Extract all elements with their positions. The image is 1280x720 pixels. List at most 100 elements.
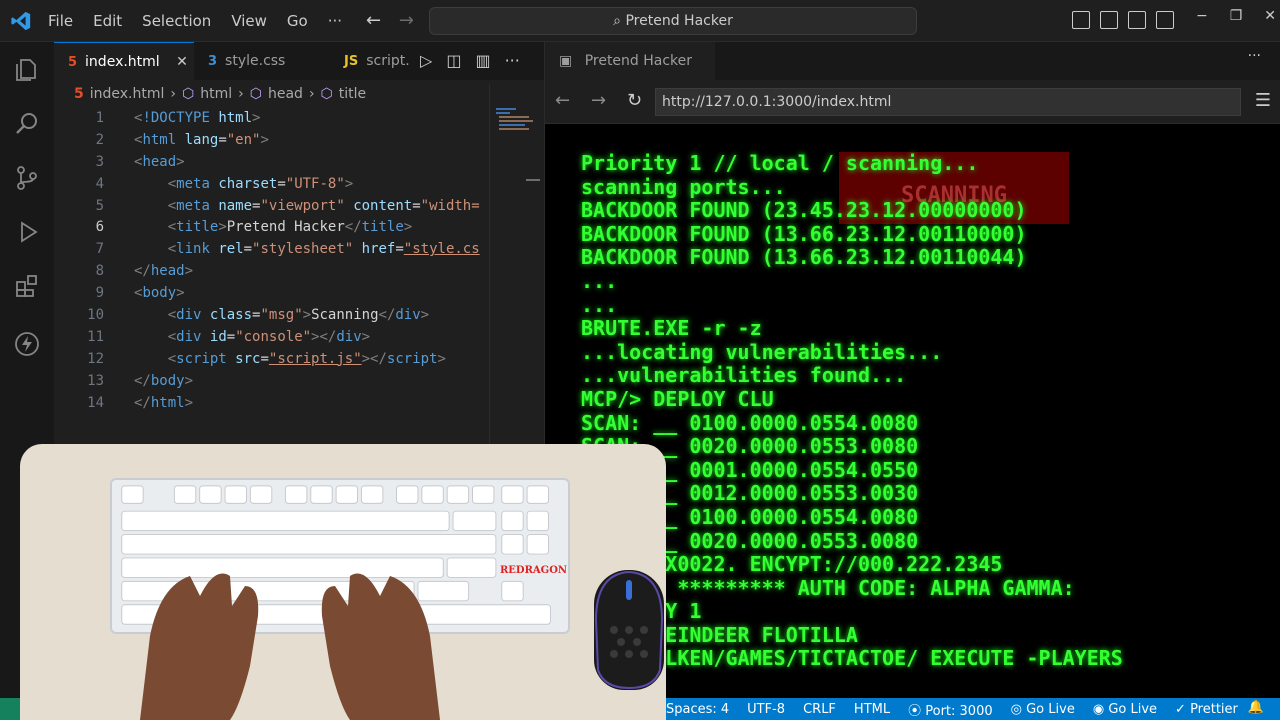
menu-edit[interactable]: Edit: [93, 12, 122, 30]
split-editor-icon[interactable]: ▥: [475, 51, 490, 70]
line-number: 13: [87, 372, 104, 389]
tab-pretend-hacker[interactable]: ▣ Pretend Hacker ✕: [545, 42, 715, 107]
code-line: 3 <head>: [54, 152, 494, 174]
source-control-icon[interactable]: [13, 164, 41, 192]
editor-tabs: 5 index.html ✕ 3 style.css JS script. ▷ ◫ ▥…: [54, 42, 544, 80]
console-line: ...vulnerabilities found...: [581, 363, 907, 388]
line-number: 8: [95, 263, 104, 280]
console-line: BACKDOOR FOUND (13.66.23.12.00110044): [581, 245, 1027, 270]
toggle-panel-icon[interactable]: [1100, 11, 1118, 29]
customize-layout-icon[interactable]: [1156, 11, 1174, 29]
console-line: Priority 1 // local / scanning...: [581, 151, 979, 175]
broadcast-icon: ⦿: [908, 703, 926, 719]
url-bar: ← → ↻ http://127.0.0.1:3000/index.html ☰: [545, 80, 1280, 124]
breadcrumb-item[interactable]: index.html: [90, 86, 165, 102]
code-line: 13 </body>: [54, 371, 494, 393]
line-number: 12: [87, 350, 104, 367]
search-icon: ⌕: [613, 13, 622, 29]
minimize-icon[interactable]: −: [1196, 8, 1208, 24]
breadcrumb-item[interactable]: html: [200, 86, 232, 102]
code-line: 7 <link rel="stylesheet" href="style.cs: [54, 239, 494, 261]
chevron-right-icon: ›: [238, 86, 244, 102]
tab-label: Pretend Hacker: [584, 53, 693, 69]
css-file-icon: 3: [208, 54, 218, 69]
more-actions-icon[interactable]: ···: [505, 51, 520, 70]
go-live-status[interactable]: ◎ Go Live: [1011, 702, 1075, 717]
lightning-icon[interactable]: [13, 330, 41, 358]
bell-icon[interactable]: 🔔: [1248, 700, 1264, 715]
minimap-preview: [496, 108, 533, 130]
open-preview-icon[interactable]: ◫: [446, 51, 461, 70]
encoding-status[interactable]: UTF-8: [747, 702, 785, 717]
code-editor[interactable]: 1 <!DOCTYPE html> 2 <html lang="en"> 3 <hea…: [54, 108, 494, 414]
check-icon: ✓: [1175, 701, 1191, 717]
back-arrow-icon[interactable]: ←: [366, 10, 381, 31]
tab-script-js[interactable]: JS script.: [334, 42, 414, 80]
search-icon[interactable]: [13, 110, 41, 138]
console-line: BACKDOOR FOUND (23.45.23.12.00000000): [581, 198, 1027, 223]
tab-label: script.: [366, 53, 410, 69]
language-status[interactable]: HTML: [854, 702, 890, 717]
reload-icon[interactable]: ↻: [627, 90, 642, 111]
forward-icon[interactable]: →: [591, 90, 606, 111]
line-number: 2: [95, 131, 104, 148]
extensions-icon[interactable]: [13, 272, 41, 300]
menu-selection[interactable]: Selection: [142, 12, 211, 30]
close-icon[interactable]: ✕: [176, 54, 188, 70]
js-file-icon: JS: [344, 54, 359, 69]
line-number: 6: [95, 219, 104, 236]
command-center-search[interactable]: ⌕ Pretend Hacker: [429, 7, 917, 35]
menu-go[interactable]: Go: [287, 12, 308, 30]
tab-style-css[interactable]: 3 style.css: [194, 42, 334, 80]
scrollbar[interactable]: [526, 179, 540, 181]
console-line: scanning ports...: [581, 174, 786, 199]
title-bar: File Edit Selection View Go ··· ← → ⌕ Pr…: [0, 0, 1280, 42]
menu-more[interactable]: ···: [328, 12, 342, 30]
restore-icon[interactable]: ❐: [1230, 8, 1243, 24]
remote-icon[interactable]: [0, 698, 22, 720]
tab-index-html[interactable]: 5 index.html ✕: [54, 42, 194, 80]
url-input[interactable]: http://127.0.0.1:3000/index.html: [655, 88, 1241, 116]
code-line: 2 <html lang="en">: [54, 130, 494, 152]
run-icon[interactable]: ▷: [420, 51, 432, 70]
nav-arrows: ← →: [366, 10, 426, 31]
explorer-icon[interactable]: [13, 56, 41, 84]
menu-view[interactable]: View: [231, 12, 267, 30]
symbol-icon: ⬡: [249, 86, 262, 102]
gaming-mouse-illustration: [594, 570, 664, 690]
symbol-icon: ⬡: [320, 86, 333, 102]
code-line: 11 <div id="console"></div>: [54, 327, 494, 349]
line-number: 4: [95, 175, 104, 192]
line-number: 7: [95, 241, 104, 258]
back-icon[interactable]: ←: [555, 90, 570, 111]
prettier-status[interactable]: ✓ Prettier: [1175, 702, 1238, 717]
line-number: 14: [87, 394, 104, 411]
more-actions-icon[interactable]: ···: [1248, 48, 1261, 64]
indent-status[interactable]: Spaces: 4: [666, 702, 729, 717]
code-line: 9 <body>: [54, 283, 494, 305]
breadcrumb: 5 index.html › ⬡ html › ⬡ head › ⬡ title: [74, 86, 366, 102]
menu-file[interactable]: File: [48, 12, 73, 30]
eol-status[interactable]: CRLF: [803, 702, 836, 717]
code-line: 14 </html>: [54, 393, 494, 415]
code-line: 1 <!DOCTYPE html>: [54, 108, 494, 130]
go-live-status-2[interactable]: ◉ Go Live: [1093, 702, 1157, 717]
breadcrumb-item[interactable]: title: [339, 86, 366, 102]
toggle-secondary-sidebar-icon[interactable]: [1128, 11, 1146, 29]
window-controls: − ❐ ✕: [1196, 8, 1276, 24]
menu-icon[interactable]: ☰: [1255, 90, 1271, 111]
close-window-icon[interactable]: ✕: [1264, 8, 1276, 24]
run-debug-icon[interactable]: [13, 218, 41, 246]
console-line: ...locating vulnerabilities...: [581, 339, 943, 364]
toggle-sidebar-icon[interactable]: [1072, 11, 1090, 29]
layout-controls: [1072, 11, 1174, 29]
minimap[interactable]: [489, 84, 544, 484]
breadcrumb-item[interactable]: head: [268, 86, 303, 102]
editor-actions: ▷ ◫ ▥ ···: [420, 51, 520, 70]
port-status[interactable]: ⦿ Port: 3000: [908, 700, 993, 719]
tab-label: style.css: [225, 53, 286, 69]
code-line: 12 <script src="script.js"></script>: [54, 349, 494, 371]
forward-arrow-icon[interactable]: →: [399, 10, 414, 31]
line-number: 5: [95, 197, 104, 214]
code-line: 5 <meta name="viewport" content="width=: [54, 196, 494, 218]
